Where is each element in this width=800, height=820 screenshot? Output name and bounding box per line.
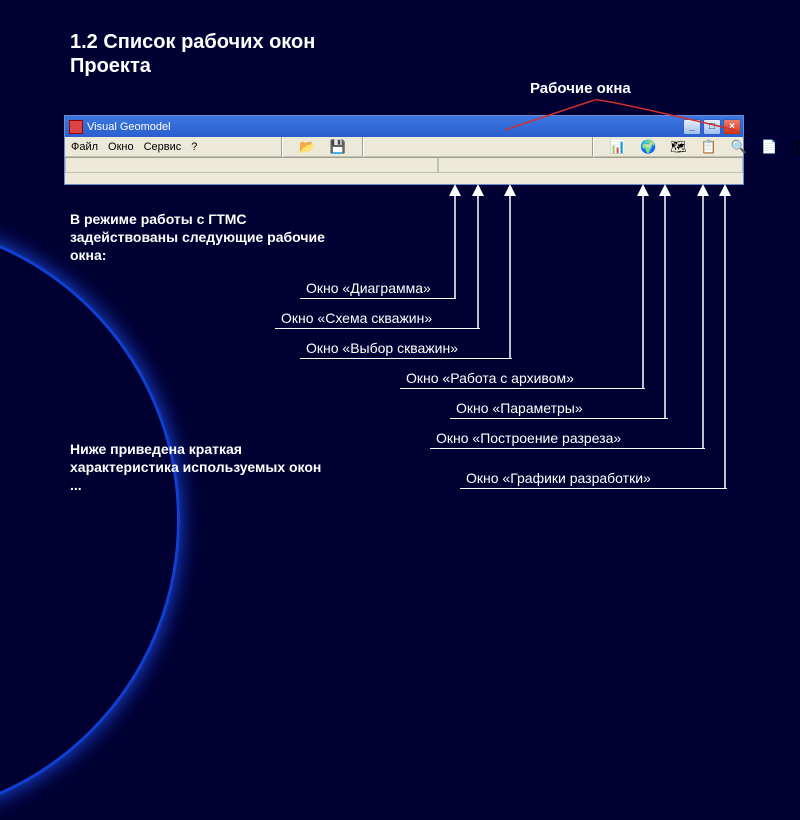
statusbar: [65, 157, 743, 173]
callout-params: Окно «Параметры»: [450, 400, 668, 419]
menubar: Файл Окно Сервис ? 📂 💾 📊 🌍 🗺 📋 🔍 📄 ◫ 🗄 ⚙…: [65, 137, 743, 157]
menu-help[interactable]: ?: [191, 141, 197, 153]
close-button[interactable]: ×: [723, 119, 741, 135]
titlebar: Visual Geomodel _ □ ×: [65, 116, 743, 137]
window-caption: Visual Geomodel: [87, 121, 171, 133]
menu-window[interactable]: Окно: [108, 141, 134, 153]
layers-icon[interactable]: ◫: [790, 137, 800, 157]
menu-service[interactable]: Сервис: [144, 141, 182, 153]
slide-title: 1.2 Список рабочих окон Проекта: [70, 30, 370, 78]
decorative-arc: [0, 220, 180, 820]
callout-scheme: Окно «Схема скважин»: [275, 310, 480, 329]
minimize-button[interactable]: _: [683, 119, 701, 135]
paragraph-1: В режиме работы с ГТМС задействованы сле…: [70, 210, 350, 265]
save-icon[interactable]: 💾: [329, 137, 347, 157]
globe-icon[interactable]: 🌍: [639, 137, 657, 157]
maximize-button[interactable]: □: [703, 119, 721, 135]
top-label: Рабочие окна: [530, 80, 631, 97]
callout-archive: Окно «Работа с архивом»: [400, 370, 645, 389]
scheme-icon[interactable]: 🗺: [669, 137, 688, 157]
app-icon: [69, 120, 83, 134]
paragraph-2: Ниже приведена краткая характеристика ис…: [70, 440, 330, 495]
app-window: Visual Geomodel _ □ × Файл Окно Сервис ?…: [64, 115, 744, 185]
doc-icon[interactable]: 📄: [760, 137, 778, 157]
callout-select: Окно «Выбор скважин»: [300, 340, 512, 359]
diagram-icon[interactable]: 📊: [609, 137, 627, 157]
menu-file[interactable]: Файл: [71, 141, 98, 153]
callout-charts: Окно «Графики разработки»: [460, 470, 727, 489]
filter-icon[interactable]: 🔍: [730, 137, 748, 157]
callout-section: Окно «Построение разреза»: [430, 430, 705, 449]
callout-diagram: Окно «Диаграмма»: [300, 280, 456, 299]
open-icon[interactable]: 📂: [298, 137, 316, 157]
select-wells-icon[interactable]: 📋: [700, 137, 718, 157]
